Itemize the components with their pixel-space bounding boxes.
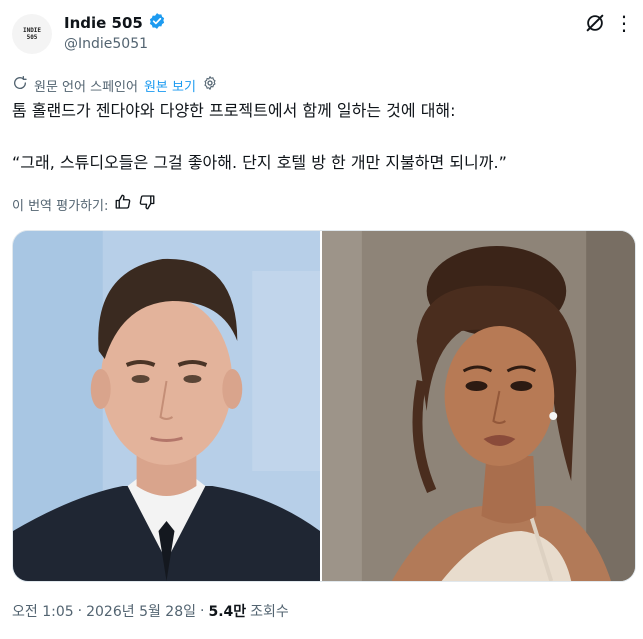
- tweet-meta: 오전 1:05 · 2026년 5월 28일 · 5.4만 조회수: [12, 601, 289, 621]
- grok-icon[interactable]: [584, 12, 606, 34]
- avatar[interactable]: INDIE 505: [12, 14, 52, 54]
- tweet-text-line1: 톰 홀랜드가 젠다야와 다양한 프로젝트에서 함께 일하는 것에 대해:: [12, 101, 456, 120]
- rate-translation-row: 이 번역 평가하기:: [12, 193, 156, 215]
- verified-badge-icon: [148, 12, 166, 34]
- author-display-name[interactable]: Indie 505: [64, 14, 143, 32]
- author-name-row: Indie 505: [64, 12, 166, 34]
- photo-woman-portrait[interactable]: [322, 231, 635, 581]
- photo-man-portrait[interactable]: [13, 231, 321, 581]
- media-gallery: [12, 230, 636, 582]
- translation-label: 원문 언어 스페인어: [34, 79, 138, 95]
- tweet-text-line2: “그래, 스튜디오들은 그걸 좋아해. 단지 호텔 방 한 개만 지불하면 되니…: [12, 153, 507, 172]
- thumbs-down-icon[interactable]: [138, 193, 156, 215]
- tweet-time[interactable]: 오전 1:05: [12, 601, 74, 621]
- views-count: 5.4만: [208, 604, 247, 620]
- tweet-date[interactable]: 2026년 5월 28일: [86, 601, 196, 621]
- views-label: 조회수: [250, 604, 289, 620]
- rate-translation-label: 이 번역 평가하기:: [12, 198, 109, 214]
- translation-row: 원문 언어 스페인어 원본 보기: [12, 75, 218, 95]
- translate-icon: [12, 75, 28, 95]
- more-options-icon[interactable]: ⋮: [614, 10, 634, 36]
- thumbs-up-icon[interactable]: [114, 193, 132, 215]
- avatar-text-line2: 505: [26, 34, 38, 41]
- show-original-link[interactable]: 원본 보기: [144, 76, 196, 95]
- meta-separator: ·: [77, 603, 83, 619]
- meta-separator-2: ·: [200, 603, 205, 619]
- tweet-text: 톰 홀랜드가 젠다야와 다양한 프로젝트에서 함께 일하는 것에 대해: “그래…: [12, 100, 632, 174]
- settings-gear-icon[interactable]: [202, 75, 218, 95]
- author-handle[interactable]: @Indie5051: [64, 36, 148, 52]
- avatar-text-line1: INDIE: [22, 26, 42, 34]
